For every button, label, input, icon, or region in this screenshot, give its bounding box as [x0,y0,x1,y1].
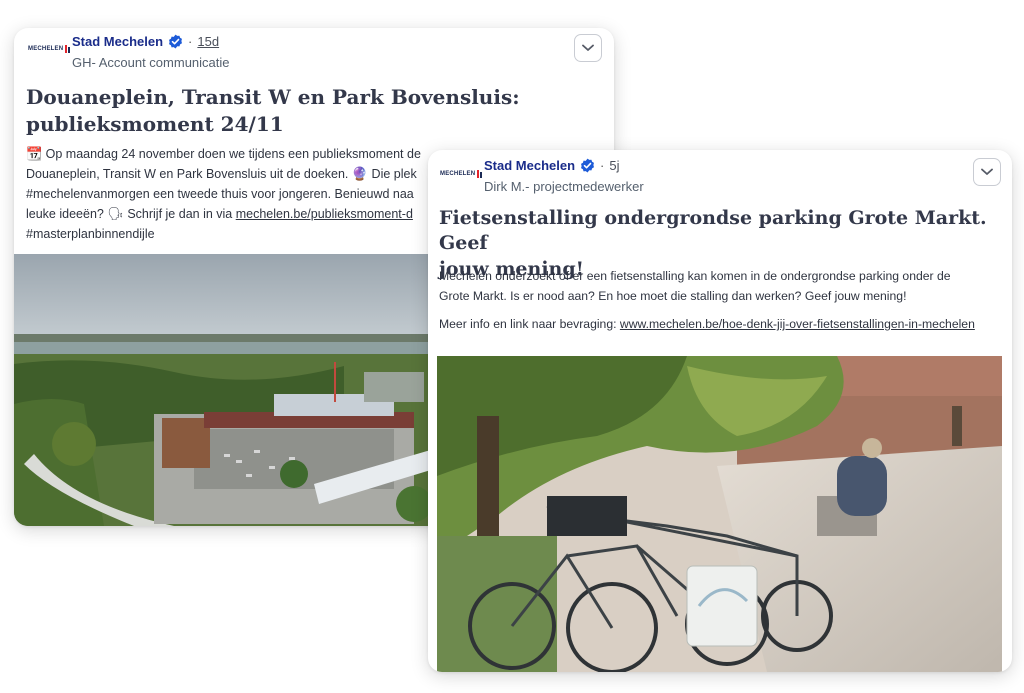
post-time[interactable]: 5j [609,158,619,173]
post-body: Mechelen onderzoekt of er een fietsensta… [439,266,1005,334]
post-subtitle: GH- Account communicatie [72,55,230,70]
body-line: Schrijf je dan in via [123,207,236,221]
verified-badge-icon [168,34,183,49]
body-link[interactable]: mechelen.be/publieksmoment-d [236,207,413,221]
body-link[interactable]: www.mechelen.be/hoe-denk-jij-over-fietse… [620,317,975,331]
separator-dot: · [188,34,193,49]
author-line: Stad Mechelen · 5j [484,158,620,173]
crystal-ball-icon: 🔮 [351,166,369,181]
post-card: MECHELEN Stad Mechelen · 5j Dirk M.- pro… [428,150,1012,672]
post-menu-button[interactable] [973,158,1001,186]
body-line: Grote Markt. Is er nood aan? En hoe moet… [439,289,907,303]
post-title-line: Douaneplein, Transit W en Park Bovenslui… [26,85,520,109]
mechelen-logo: MECHELEN [440,170,483,178]
separator-dot: · [600,158,605,173]
post-title-line: publieksmoment 24/11 [26,111,284,136]
logo-mark-icon [65,45,71,53]
post-header: MECHELEN Stad Mechelen · 5j Dirk M.- pro… [428,150,1012,206]
body-line: Douaneplein, Transit W en Park Bovenslui… [26,167,349,181]
post-title-line: Fietsenstalling ondergrondse parking Gro… [439,207,987,255]
chevron-down-icon [582,39,594,57]
post-time[interactable]: 15d [197,34,219,49]
speaking-head-icon: 🗣 [107,206,124,221]
body-line: Meer info en link naar bevraging: [439,317,620,331]
mechelen-logo: MECHELEN [28,45,71,53]
hashtag[interactable]: #masterplanbinnendijle [26,224,446,244]
post-subtitle: Dirk M.- projectmedewerker [484,179,644,194]
logo-text: MECHELEN [28,46,64,52]
logo-mark-icon [477,170,483,178]
chevron-down-icon [981,163,993,181]
body-line: Mechelen onderzoekt of er een fietsensta… [439,269,951,283]
post-menu-button[interactable] [574,34,602,62]
author-name[interactable]: Stad Mechelen [72,34,163,49]
body-line: Op maandag 24 november doen we tijdens e… [42,147,421,161]
post-header: MECHELEN Stad Mechelen · 15d GH- Account… [14,28,614,84]
author-line: Stad Mechelen · 15d [72,34,219,49]
post-image-bicycles[interactable] [437,356,1002,672]
logo-text: MECHELEN [440,171,476,177]
post-body: 📆 Op maandag 24 november doen we tijdens… [26,144,446,244]
post-title[interactable]: Douaneplein, Transit W en Park Bovenslui… [26,84,520,137]
verified-badge-icon [580,158,595,173]
body-line: leuke ideeën? [26,207,104,221]
author-name[interactable]: Stad Mechelen [484,158,575,173]
body-line: Die plek [368,167,417,181]
body-line: #mechelenvanmorgen een tweede thuis voor… [26,187,414,201]
calendar-icon: 📆 [26,146,43,161]
